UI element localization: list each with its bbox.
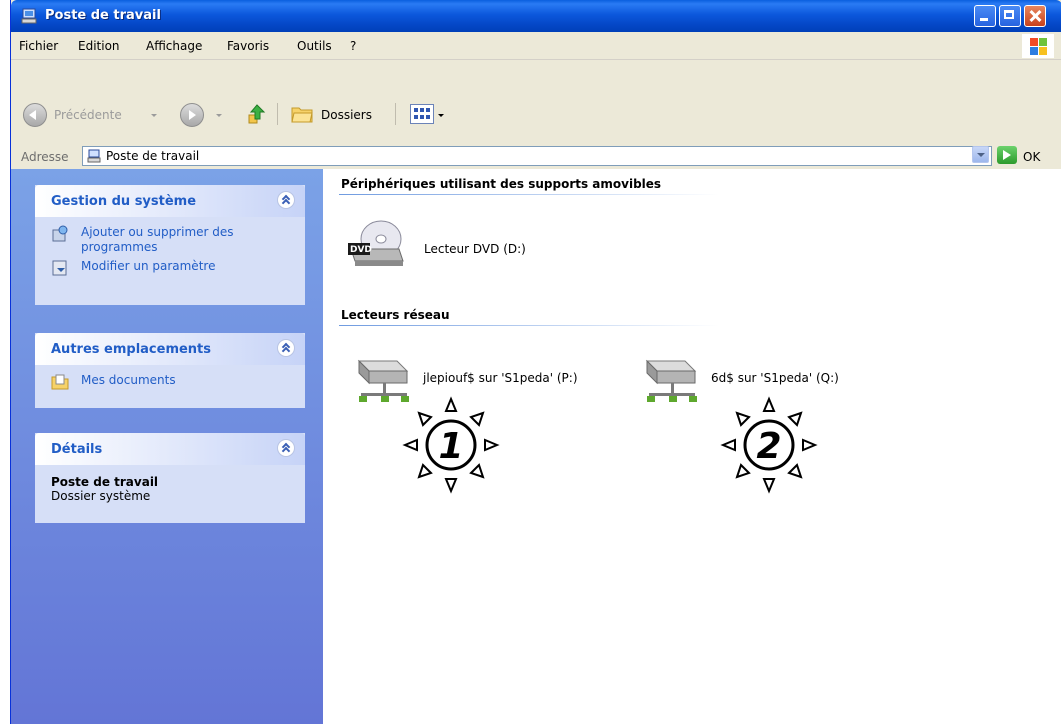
svg-text:DVD: DVD (350, 245, 372, 255)
marker-1-text: 1 (438, 426, 463, 467)
task-label: Ajouter ou supprimer des programmes (81, 225, 234, 254)
toolbar: Précédente Dossiers (11, 60, 1061, 145)
window-title: Poste de travail (45, 8, 161, 23)
my-documents-link[interactable]: Mes documents (51, 373, 293, 393)
section-header-removable: Périphériques utilisant des supports amo… (341, 177, 662, 191)
section-divider (339, 194, 719, 195)
dvd-drive-icon[interactable]: DVD (345, 219, 405, 269)
task-label: Mes documents (81, 373, 176, 387)
back-button-label[interactable]: Précédente (54, 108, 122, 122)
add-remove-programs-icon (52, 225, 68, 242)
minimize-button[interactable] (974, 5, 996, 27)
my-computer-icon (21, 8, 37, 24)
menu-bar: Fichier Edition Affichage Favoris Outils… (11, 32, 1061, 60)
address-input[interactable]: Poste de travail (82, 146, 992, 166)
other-places-panel: Autres emplacements Mes documents (35, 333, 305, 408)
marker-1-sunburst-icon: 1 (402, 396, 500, 494)
views-icon[interactable] (410, 104, 434, 124)
forward-arrow-icon[interactable] (180, 103, 204, 127)
details-type: Dossier système (51, 489, 151, 503)
my-documents-icon (51, 374, 69, 390)
change-setting-link[interactable]: Modifier un paramètre (51, 259, 293, 279)
panel-title: Autres emplacements (51, 342, 212, 357)
section-divider (339, 325, 719, 326)
windows-logo-icon (1022, 34, 1054, 58)
close-button[interactable] (1024, 5, 1046, 27)
system-tasks-panel: Gestion du système Ajouter ou supprimer … (35, 185, 305, 305)
forward-dropdown-icon[interactable] (216, 114, 222, 117)
my-computer-icon (87, 149, 101, 163)
menu-fichier[interactable]: Fichier (19, 39, 58, 53)
panel-title: Gestion du système (51, 194, 197, 209)
marker-2-text: 2 (756, 426, 781, 467)
network-drive-q-label[interactable]: 6d$ sur 'S1peda' (Q:) (711, 371, 839, 385)
address-label: Adresse (21, 150, 69, 164)
menu-edition[interactable]: Edition (78, 39, 120, 53)
address-bar: Adresse Poste de travail (11, 144, 1061, 169)
go-button-label[interactable]: OK (1023, 150, 1040, 164)
menu-outils[interactable]: Outils (297, 39, 332, 53)
marker-2-sunburst-icon: 2 (720, 396, 818, 494)
address-value: Poste de travail (106, 149, 200, 163)
panel-header[interactable]: Détails (35, 433, 305, 465)
menu-affichage[interactable]: Affichage (146, 39, 202, 53)
back-arrow-icon[interactable] (23, 103, 47, 127)
panel-header[interactable]: Gestion du système (35, 185, 305, 217)
panel-title: Détails (51, 442, 103, 457)
maximize-button[interactable] (999, 5, 1021, 27)
views-dropdown-icon[interactable] (438, 114, 444, 117)
explorer-window: Poste de travail Fichier Edition Afficha… (10, 0, 1061, 724)
folders-button[interactable]: Dossiers (321, 108, 372, 122)
menu-help[interactable]: ? (350, 39, 356, 53)
folder-up-icon[interactable] (247, 103, 267, 125)
collapse-chevron-icon[interactable] (277, 439, 295, 457)
back-dropdown-icon[interactable] (151, 114, 157, 117)
panel-header[interactable]: Autres emplacements (35, 333, 305, 365)
content-area: Périphériques utilisant des supports amo… (323, 169, 1061, 724)
section-header-network: Lecteurs réseau (341, 308, 450, 322)
task-label: Modifier un paramètre (81, 259, 216, 273)
task-pane: Gestion du système Ajouter ou supprimer … (11, 169, 323, 724)
add-remove-programs-link[interactable]: Ajouter ou supprimer des programmes (51, 225, 293, 255)
collapse-chevron-icon[interactable] (277, 339, 295, 357)
network-drive-p-label[interactable]: jlepiouf$ sur 'S1peda' (P:) (423, 371, 578, 385)
title-bar[interactable]: Poste de travail (11, 0, 1061, 32)
address-dropdown-button[interactable] (972, 146, 989, 163)
toolbar-separator (395, 103, 396, 125)
dvd-drive-label[interactable]: Lecteur DVD (D:) (424, 242, 526, 256)
go-arrow-icon[interactable] (997, 146, 1017, 164)
menu-favoris[interactable]: Favoris (227, 39, 269, 53)
details-name: Poste de travail (51, 475, 159, 489)
collapse-chevron-icon[interactable] (277, 191, 295, 209)
network-drive-icon[interactable] (641, 349, 701, 409)
toolbar-separator (277, 103, 278, 125)
details-panel: Détails Poste de travail Dossier système (35, 433, 305, 523)
folders-icon[interactable] (291, 105, 313, 123)
control-panel-icon (52, 260, 67, 276)
